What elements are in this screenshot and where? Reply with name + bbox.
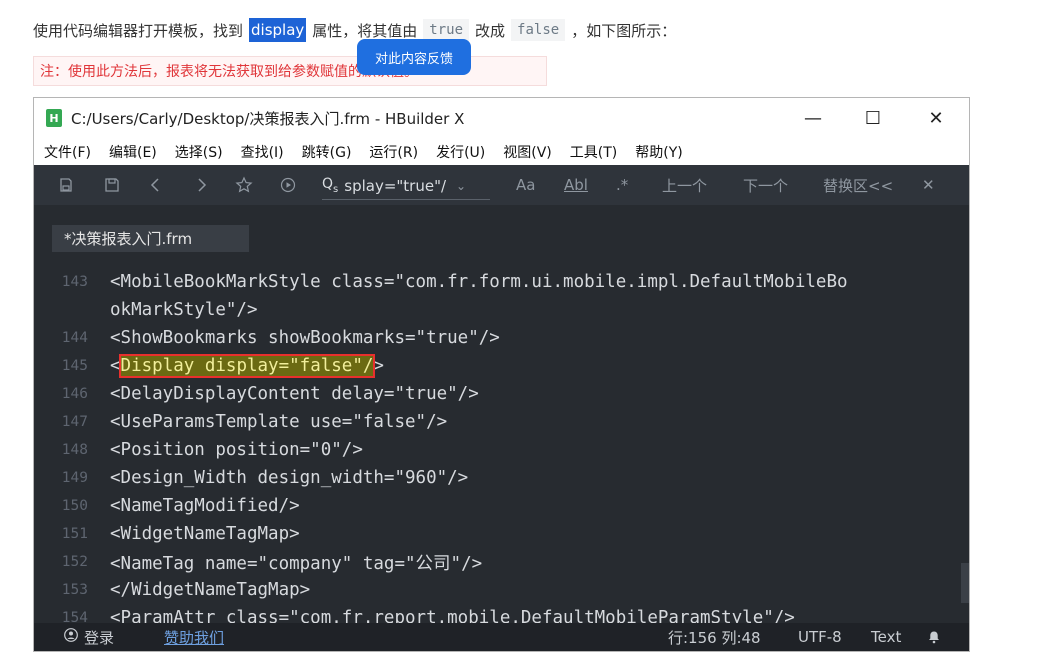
language-mode[interactable]: Text xyxy=(871,623,901,651)
save-icon[interactable] xyxy=(104,165,120,205)
save-as-icon[interactable] xyxy=(58,165,74,205)
menu-tools[interactable]: 工具(T) xyxy=(570,142,617,162)
user-icon xyxy=(64,628,78,646)
line-number: 143 xyxy=(61,274,88,290)
line-number: 146 xyxy=(61,386,88,402)
maximize-button[interactable]: ☐ xyxy=(860,106,886,130)
sponsor-link[interactable]: 赞助我们 xyxy=(164,623,224,651)
replace-toggle-button[interactable]: 替换区<< xyxy=(823,165,893,205)
vertical-scrollbar-thumb[interactable] xyxy=(961,563,969,603)
line-number: 153 xyxy=(61,582,88,598)
feedback-tooltip-button[interactable]: 对此内容反馈 xyxy=(357,39,471,75)
line-number: 149 xyxy=(61,470,88,486)
menu-run[interactable]: 运行(R) xyxy=(369,142,418,162)
code-text: <ShowBookmarks showBookmarks="true"/> xyxy=(110,328,500,348)
line-number: 150 xyxy=(61,498,88,514)
code-editor[interactable]: 143 <MobileBookMarkStyle class="com.fr.f… xyxy=(34,268,969,624)
menu-bar: 文件(F) 编辑(E) 选择(S) 查找(I) 跳转(G) 运行(R) 发行(U… xyxy=(34,138,969,165)
find-next-button[interactable]: 下一个 xyxy=(743,165,788,205)
code-text: <MobileBookMarkStyle class="com.fr.form.… xyxy=(110,272,848,292)
code-text: okMarkStyle"/> xyxy=(110,300,258,320)
intro-paragraph: 使用代码编辑器打开模板，找到 display 属性，将其值由 true 改成 f… xyxy=(33,14,676,46)
search-value: splay="true"/ xyxy=(344,176,447,195)
code-text: <Display display="false"/> xyxy=(110,354,384,378)
back-icon[interactable] xyxy=(149,165,163,205)
forward-icon[interactable] xyxy=(194,165,208,205)
find-previous-button[interactable]: 上一个 xyxy=(662,165,707,205)
minimize-button[interactable]: — xyxy=(800,106,826,130)
code-text: <DelayDisplayContent delay="true"/> xyxy=(110,384,479,404)
match-case-button[interactable]: Aa xyxy=(516,165,535,205)
inline-code-true: true xyxy=(423,19,470,41)
intro-text-before: 使用代码编辑器打开模板，找到 xyxy=(33,21,244,40)
menu-file[interactable]: 文件(F) xyxy=(44,142,91,162)
menu-edit[interactable]: 编辑(E) xyxy=(109,142,157,162)
title-bar: H C:/Users/Carly/Desktop/决策报表入门.frm - HB… xyxy=(34,98,969,138)
close-search-button[interactable]: ✕ xyxy=(922,165,935,205)
code-text: <NameTagModified/> xyxy=(110,496,300,516)
menu-select[interactable]: 选择(S) xyxy=(175,142,223,162)
line-number: 151 xyxy=(61,526,88,542)
line-number: 154 xyxy=(61,610,88,624)
notification-bell-icon[interactable] xyxy=(927,623,941,651)
line-number: 145 xyxy=(61,358,88,374)
encoding-indicator[interactable]: UTF-8 xyxy=(798,623,842,651)
status-bar: 登录 赞助我们 行:156 列:48 UTF-8 Text xyxy=(34,623,969,651)
line-number: 148 xyxy=(61,442,88,458)
code-text: <ParamAttr class="com.fr.report.mobile.D… xyxy=(110,608,795,624)
line-number: 147 xyxy=(61,414,88,430)
chevron-down-icon[interactable]: ⌄ xyxy=(456,179,466,193)
code-text: <Position position="0"/> xyxy=(110,440,363,460)
tab-frm-file[interactable]: *决策报表入门.frm xyxy=(52,225,249,252)
window-title: C:/Users/Carly/Desktop/决策报表入门.frm - HBui… xyxy=(71,109,465,128)
star-icon[interactable] xyxy=(235,165,253,205)
highlighted-display-attribute: Display display="false"/ xyxy=(118,354,376,378)
menu-find[interactable]: 查找(I) xyxy=(241,142,284,162)
search-icon: Qs xyxy=(322,176,339,195)
code-text: <NameTag name="company" tag="公司"/> xyxy=(110,553,483,574)
hbuilder-app-icon: H xyxy=(46,109,62,127)
search-input[interactable]: Qs splay="true"/ ⌄ xyxy=(322,172,490,200)
menu-view[interactable]: 视图(V) xyxy=(503,142,552,162)
toolbar: Qs splay="true"/ ⌄ Aa Abl .* 上一个 下一个 替换区… xyxy=(34,165,969,205)
menu-goto[interactable]: 跳转(G) xyxy=(302,142,352,162)
hbuilder-window: H C:/Users/Carly/Desktop/决策报表入门.frm - HB… xyxy=(33,97,970,652)
run-icon[interactable] xyxy=(280,165,296,205)
whole-word-button[interactable]: Abl xyxy=(564,165,588,205)
code-text: <Design_Width design_width="960"/> xyxy=(110,468,469,488)
line-number: 152 xyxy=(61,554,88,570)
code-text: </WidgetNameTagMap> xyxy=(110,580,311,600)
code-text: <WidgetNameTagMap> xyxy=(110,524,300,544)
line-number: 144 xyxy=(61,330,88,346)
highlighted-keyword: display xyxy=(249,18,307,42)
intro-text-change: 改成 xyxy=(475,21,506,40)
login-button[interactable]: 登录 xyxy=(64,623,114,651)
close-window-button[interactable]: ✕ xyxy=(923,106,949,130)
menu-publish[interactable]: 发行(U) xyxy=(436,142,485,162)
menu-help[interactable]: 帮助(Y) xyxy=(635,142,682,162)
inline-code-false: false xyxy=(511,19,566,41)
regex-button[interactable]: .* xyxy=(616,165,628,205)
intro-text-mid: 属性，将其值由 xyxy=(312,21,418,40)
intro-text-after: ，如下图所示： xyxy=(571,21,677,40)
cursor-position[interactable]: 行:156 列:48 xyxy=(668,623,761,651)
code-text: <UseParamsTemplate use="false"/> xyxy=(110,412,448,432)
